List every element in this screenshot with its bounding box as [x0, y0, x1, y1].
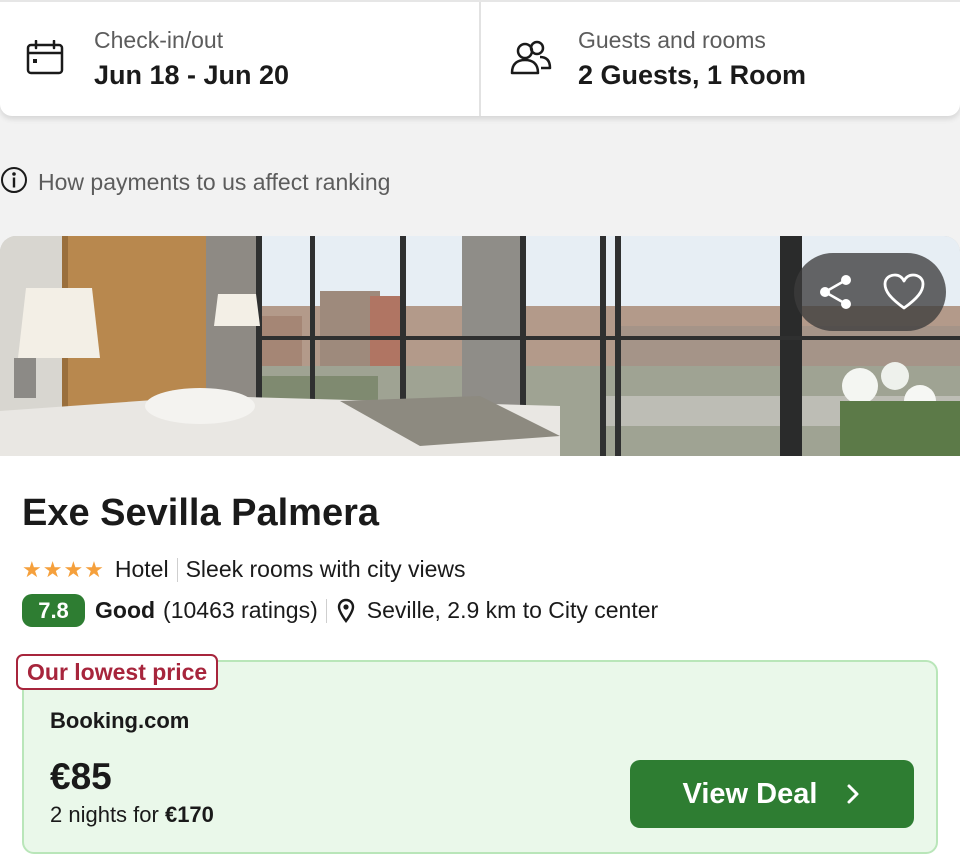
deal-total-prefix: 2 nights for: [50, 802, 165, 827]
checkin-field[interactable]: Check-in/out Jun 18 - Jun 20: [0, 2, 481, 116]
divider: [325, 598, 327, 623]
lowest-price-badge: Our lowest price: [16, 654, 219, 690]
chevron-right-icon: [845, 782, 861, 806]
deal-provider: Booking.com: [50, 708, 190, 733]
hotel-type: Hotel: [114, 556, 169, 582]
checkin-label: Check-in/out: [94, 27, 224, 53]
divider: [176, 557, 178, 582]
rating-word: Good: [95, 597, 156, 623]
search-bar: Check-in/out Jun 18 - Jun 20 Guests and …: [0, 0, 960, 116]
guests-label: Guests and rooms: [578, 27, 766, 53]
checkin-value: Jun 18 - Jun 20: [94, 60, 290, 90]
ranking-info-text: How payments to us affect ranking: [38, 169, 391, 195]
deal-total-amount: €170: [164, 802, 214, 827]
deal-price: €85: [50, 756, 112, 797]
hotel-rating-row: 7.8 Good (10463 ratings) Seville, 2.9 km…: [22, 594, 658, 627]
hotel-meta-row: ★★★★ Hotel Sleek rooms with city views: [22, 556, 466, 583]
heart-icon[interactable]: [876, 264, 932, 320]
info-icon: [0, 166, 28, 199]
ranking-info-link[interactable]: How payments to us affect ranking: [0, 166, 390, 199]
hotel-location: Seville, 2.9 km to City center: [366, 597, 659, 623]
star-rating: ★★★★: [22, 556, 105, 582]
guests-value: 2 Guests, 1 Room: [578, 60, 807, 90]
rating-score-badge: 7.8: [22, 594, 85, 627]
photo-actions: [794, 253, 946, 331]
share-icon[interactable]: [808, 264, 864, 320]
view-deal-button[interactable]: View Deal: [630, 760, 914, 828]
deal-total: 2 nights for €170: [50, 802, 214, 828]
map-pin-icon: [337, 598, 355, 624]
users-icon: [509, 40, 553, 81]
hotel-tagline: Sleek rooms with city views: [185, 556, 466, 582]
view-deal-label: View Deal: [682, 777, 818, 810]
hotel-card: Exe Sevilla Palmera ★★★★ Hotel Sleek roo…: [0, 456, 960, 864]
rating-count: (10463 ratings): [163, 597, 318, 623]
guests-field[interactable]: Guests and rooms 2 Guests, 1 Room: [481, 2, 960, 116]
calendar-icon: [26, 39, 66, 81]
hotel-name[interactable]: Exe Sevilla Palmera: [22, 492, 379, 535]
